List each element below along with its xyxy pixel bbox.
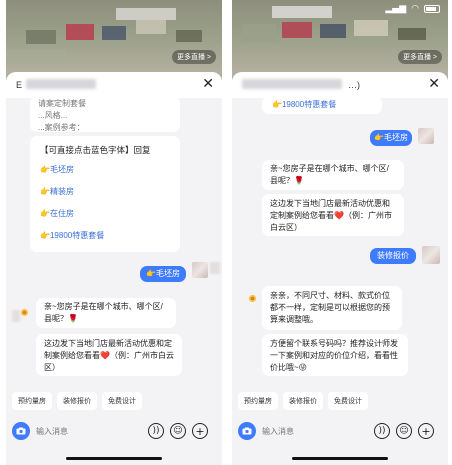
bot-avatar-icon xyxy=(248,294,257,303)
quick-action-book-measure[interactable]: 预约量房 xyxy=(238,392,278,410)
live-video-background: 更多直播 > xyxy=(6,0,222,80)
pointing-hand-icon: 👉 xyxy=(40,209,50,218)
bot-offer-message: 这边发下当地门店最新活动优惠和定制案例给您看看❤️（例：广州市白云区） xyxy=(36,334,182,376)
signal-icon: ▂▄▆ xyxy=(385,4,407,14)
right-phone-screen: ▂▄▆ ◠ 更多直播 > …) ✕ 👉19800特惠套餐 👉毛坯房 亲~您房子是… xyxy=(232,0,448,465)
pointing-hand-icon: 👉 xyxy=(40,165,50,174)
user-message: 装修报价 xyxy=(370,248,416,264)
user-avatar xyxy=(192,262,208,278)
bot-question-message: 亲~您房子是在哪个城市、哪个区/县呢？🌹 xyxy=(36,298,176,328)
message-input-bar: )) ☺ + xyxy=(6,420,222,442)
bot-message-partial: 请案定制套餐 ...风格... ...案例参考： xyxy=(30,96,180,132)
quick-actions-bar: 预约量房 装修报价 免费设计 xyxy=(6,392,222,410)
chat-sheet: …) ✕ 👉19800特惠套餐 👉毛坯房 亲~您房子是在哪个城市、哪个区/县呢？… xyxy=(232,72,448,465)
bot-price-message: 亲亲，不同尺寸、材料、款式价位都不一样，定制是可以根据您的预算来调整哦。 xyxy=(262,286,402,330)
plus-icon[interactable]: + xyxy=(192,423,208,439)
voice-icon[interactable]: )) xyxy=(148,423,164,439)
plus-icon[interactable]: + xyxy=(418,423,434,439)
live-video-background: ▂▄▆ ◠ 更多直播 > xyxy=(232,0,448,80)
message-input[interactable] xyxy=(262,424,362,438)
emoji-icon[interactable]: ☺ xyxy=(396,423,412,439)
menu-intro: 【可直接点击蓝色字体】回复 xyxy=(40,145,151,155)
home-indicator xyxy=(292,457,388,460)
redacted-area xyxy=(210,262,220,274)
close-icon[interactable]: ✕ xyxy=(428,76,440,92)
close-icon[interactable]: ✕ xyxy=(202,76,214,92)
quick-action-free-design[interactable]: 免费设计 xyxy=(328,392,368,410)
header-redacted xyxy=(26,79,96,89)
chat-header: E ✕ xyxy=(6,72,222,98)
pointing-hand-icon: 👉 xyxy=(40,187,50,196)
chat-header: …) ✕ xyxy=(232,72,448,98)
left-phone-screen: 更多直播 > E ✕ 请案定制套餐 ...风格... ...案例参考： 【可直接… xyxy=(6,0,222,465)
menu-item-occupied-house[interactable]: 👉在住房 xyxy=(40,208,170,220)
redacted-area xyxy=(12,310,20,322)
user-avatar xyxy=(422,246,440,264)
chat-header-title: E xyxy=(16,80,23,90)
quick-actions-bar: 预约量房 装修报价 免费设计 xyxy=(232,392,448,410)
voice-icon[interactable]: )) xyxy=(374,423,390,439)
user-message: 👉毛坯房 xyxy=(140,266,186,282)
bot-contact-message: 方便留个联系号码吗？推荐设计师发一下案例和对应的价位介绍，看看性价比哦~😜 xyxy=(262,334,408,376)
menu-item-special-package[interactable]: 👉19800特惠套餐 xyxy=(40,230,170,242)
bot-avatar-icon xyxy=(20,308,29,317)
more-live-button[interactable]: 更多直播 > xyxy=(397,50,442,64)
bot-message-partial: 👉19800特惠套餐 xyxy=(262,96,382,114)
wifi-icon: ◠ xyxy=(411,4,419,14)
camera-icon[interactable] xyxy=(238,422,256,440)
bot-offer-message: 这边发下当地门店最新活动优惠和定制案例给您看看❤️（例：广州市白云区） xyxy=(262,194,404,236)
quick-action-book-measure[interactable]: 预约量房 xyxy=(12,392,52,410)
battery-icon xyxy=(424,5,440,13)
message-input-bar: )) ☺ + xyxy=(232,420,448,442)
chat-header-title: …) xyxy=(348,80,360,90)
camera-icon[interactable] xyxy=(12,422,30,440)
header-redacted xyxy=(242,79,342,89)
message-input[interactable] xyxy=(36,424,136,438)
bot-menu-message: 【可直接点击蓝色字体】回复 👉毛坯房 👉精装房 👉在住房 👉19800特惠套餐 xyxy=(30,136,180,252)
menu-item-special-package[interactable]: 👉19800特惠套餐 xyxy=(272,99,372,111)
emoji-icon[interactable]: ☺ xyxy=(170,423,186,439)
menu-item-rough-house[interactable]: 👉毛坯房 xyxy=(40,164,170,176)
user-message: 👉毛坯房 xyxy=(370,130,412,146)
quick-action-free-design[interactable]: 免费设计 xyxy=(102,392,142,410)
pointing-hand-icon: 👉 xyxy=(40,231,50,240)
quick-action-quote[interactable]: 装修报价 xyxy=(57,392,97,410)
user-avatar xyxy=(418,128,434,144)
bot-question-message: 亲~您房子是在哪个城市、哪个区/县呢？🌹 xyxy=(262,160,404,190)
home-indicator xyxy=(66,457,162,460)
chat-sheet: E ✕ 请案定制套餐 ...风格... ...案例参考： 【可直接点击蓝色字体】… xyxy=(6,72,222,465)
more-live-button[interactable]: 更多直播 > xyxy=(171,50,216,64)
status-bar: ▂▄▆ ◠ xyxy=(385,4,440,14)
quick-action-quote[interactable]: 装修报价 xyxy=(283,392,323,410)
menu-item-decorated-house[interactable]: 👉精装房 xyxy=(40,186,170,198)
